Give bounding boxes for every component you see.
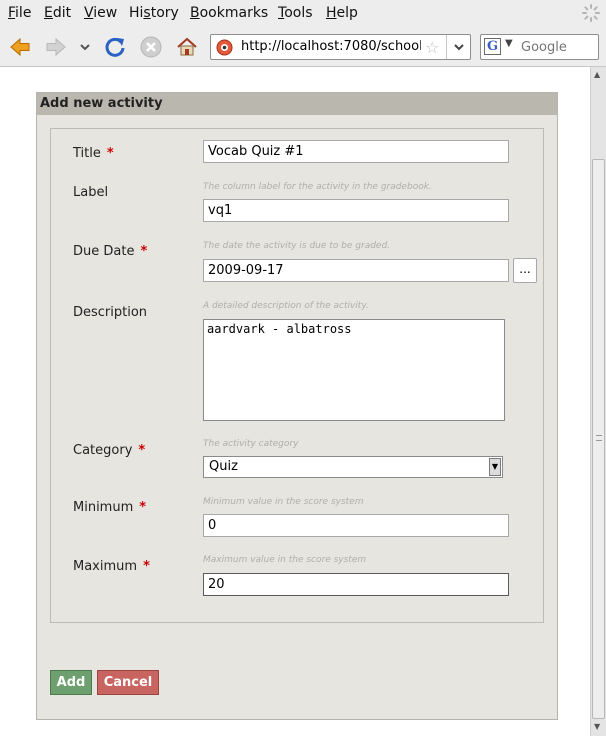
category-selected-value: Quiz [209, 459, 238, 474]
chevron-down-icon [453, 44, 464, 51]
description-textarea[interactable]: aardvark - albatross [203, 319, 505, 421]
due-date-input[interactable] [203, 259, 509, 282]
scroll-down-arrow-icon[interactable]: ▼ [594, 722, 600, 731]
vertical-scrollbar[interactable]: ▲ ▼ [590, 67, 606, 736]
due-date-label: Due Date * [73, 244, 148, 259]
stop-icon [140, 36, 162, 58]
minimum-input[interactable] [203, 514, 509, 537]
menu-file[interactable]: File [8, 5, 31, 21]
chevron-down-icon [80, 44, 90, 51]
menu-history[interactable]: History [129, 5, 179, 21]
search-input[interactable] [521, 38, 595, 56]
site-favicon-icon [216, 39, 233, 56]
maximum-hint: Maximum value in the score system [203, 555, 367, 565]
search-engine-dropdown-icon[interactable]: ▼ [505, 38, 513, 49]
add-activity-form: Add new activity Title* Label The column… [36, 92, 558, 720]
minimum-label: Minimum * [73, 500, 147, 515]
menu-view[interactable]: View [84, 5, 117, 21]
maximum-input[interactable] [203, 573, 509, 596]
label-input[interactable] [203, 199, 509, 222]
forward-button[interactable] [44, 35, 68, 59]
category-select[interactable]: Quiz ▼ [203, 456, 503, 478]
add-button[interactable]: Add [50, 670, 92, 695]
url-text[interactable]: http://localhost:7080/schoolt [241, 39, 421, 54]
title-input[interactable] [203, 140, 509, 163]
menu-help[interactable]: Help [326, 5, 358, 21]
menu-tools[interactable]: Tools [278, 5, 313, 21]
reload-icon [105, 37, 125, 57]
scroll-up-arrow-icon[interactable]: ▲ [594, 70, 600, 79]
required-mark: * [143, 559, 150, 574]
search-bar[interactable]: G ▼ [480, 34, 599, 60]
title-label: Title * [73, 146, 114, 161]
url-bar[interactable]: http://localhost:7080/schoolt ☆ [210, 34, 471, 60]
required-mark: * [106, 146, 114, 161]
home-icon [177, 37, 197, 56]
stop-button[interactable] [139, 35, 163, 59]
scrollbar-grip [596, 435, 602, 441]
history-dropdown-button[interactable] [76, 35, 94, 59]
back-arrow-icon [10, 37, 30, 57]
required-mark: * [138, 443, 146, 458]
reload-button[interactable] [103, 35, 127, 59]
required-mark: * [139, 500, 147, 515]
menu-bar: File Edit View History Bookmarks Tools H… [0, 0, 606, 27]
maximum-label: Maximum * [73, 559, 150, 574]
form-header: Add new activity [37, 93, 557, 115]
navigation-toolbar: http://localhost:7080/schoolt ☆ G ▼ [0, 27, 606, 67]
forward-arrow-icon [46, 37, 66, 57]
bookmark-star-icon[interactable]: ☆ [425, 38, 439, 57]
cancel-button[interactable]: Cancel [97, 670, 159, 695]
category-hint: The activity category [203, 439, 299, 449]
scrollbar-thumb[interactable] [592, 159, 605, 719]
loading-throbber-icon [582, 4, 600, 22]
activity-fieldset: Title* Label The column label for the ac… [50, 128, 544, 623]
required-mark: * [140, 244, 148, 259]
home-button[interactable] [175, 35, 199, 59]
minimum-hint: Minimum value in the score system [203, 497, 364, 507]
url-history-dropdown[interactable] [446, 35, 470, 59]
date-picker-button[interactable]: ... [513, 258, 537, 283]
search-engine-google-icon[interactable]: G [484, 38, 501, 55]
due-date-hint: The date the activity is due to be grade… [203, 241, 391, 251]
description-label: Description [73, 305, 148, 320]
label-hint: The column label for the activity in the… [203, 182, 432, 192]
description-hint: A detailed description of the activity. [203, 301, 369, 311]
menu-bookmarks[interactable]: Bookmarks [190, 5, 268, 21]
category-label: Category * [73, 443, 146, 458]
back-button[interactable] [8, 35, 32, 59]
menu-edit[interactable]: Edit [44, 5, 71, 21]
label-label: Label [73, 185, 109, 200]
page-viewport: Add new activity Title* Label The column… [0, 67, 590, 736]
select-arrow-icon[interactable]: ▼ [489, 458, 501, 476]
